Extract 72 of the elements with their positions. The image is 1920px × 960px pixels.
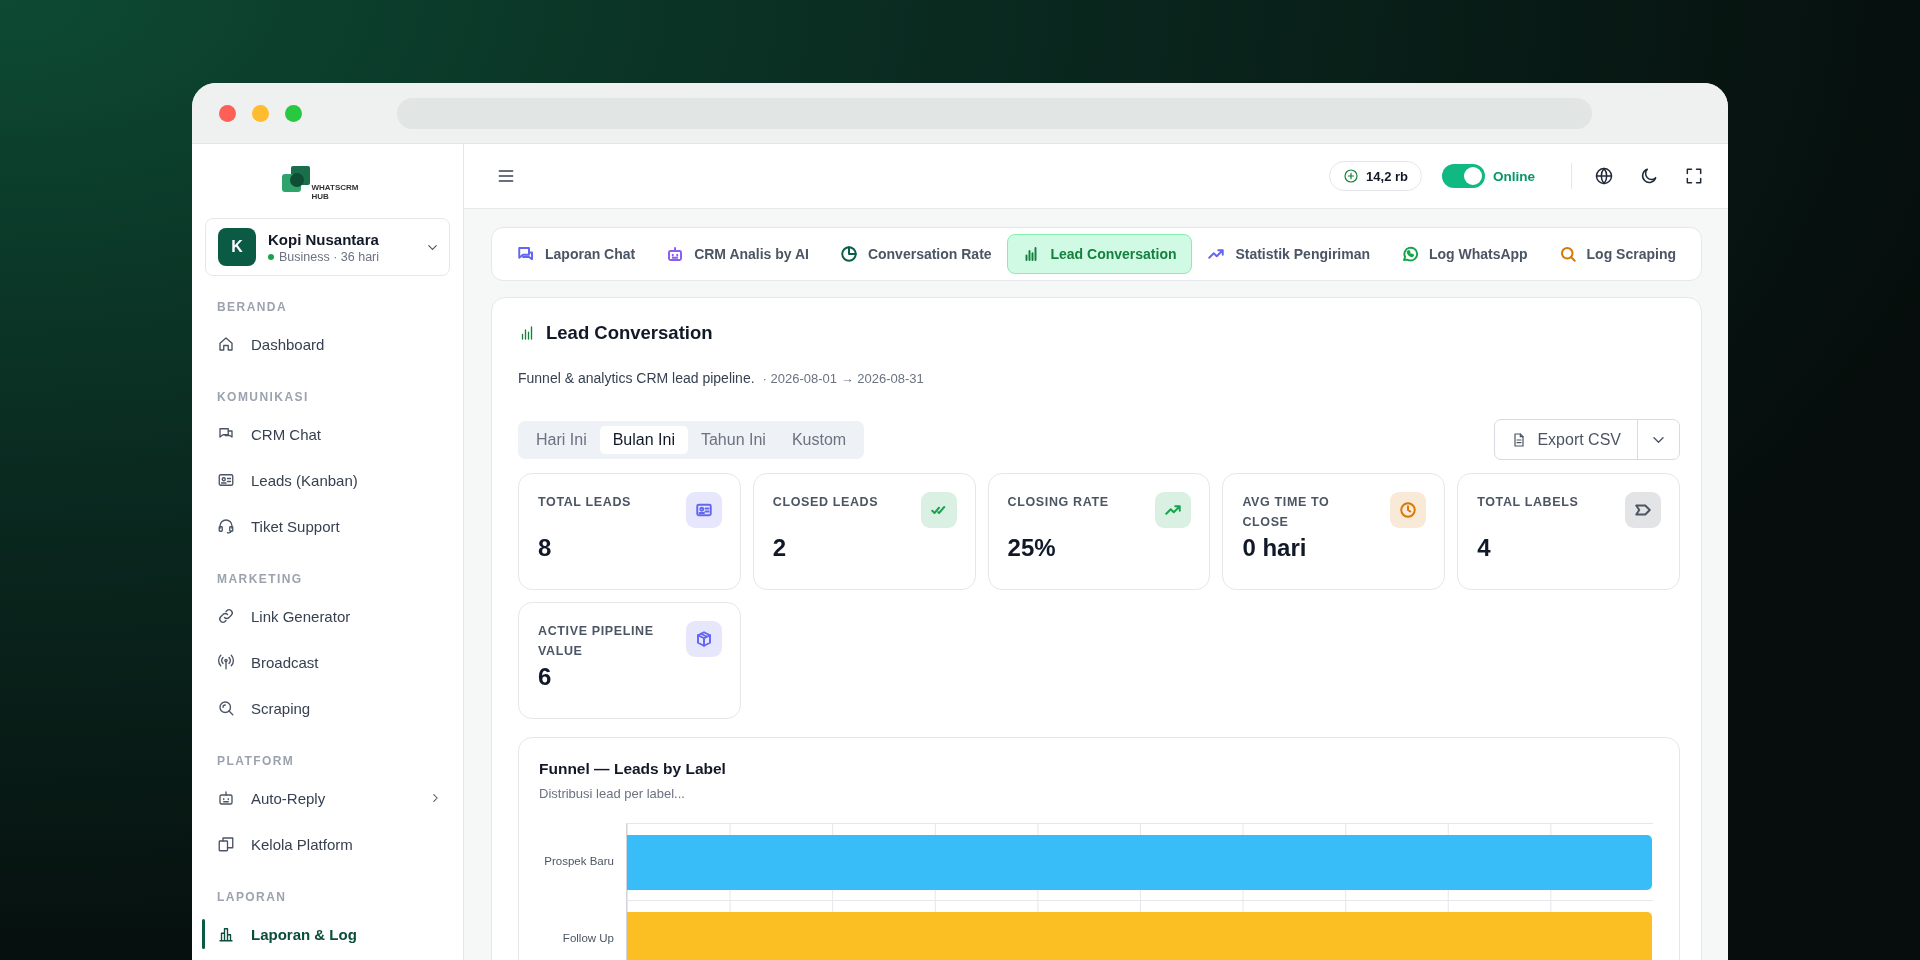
panel-description: Funnel & analytics CRM lead pipeline. [518,370,755,386]
robot-icon [217,789,235,807]
period-option[interactable]: Bulan Ini [599,425,688,454]
sidebar-item[interactable]: Laporan & Log [205,911,450,957]
section-heading: MARKETING [216,571,304,588]
zoom-window-button[interactable] [285,104,302,122]
windows-icon [217,835,235,853]
online-toggle[interactable] [1442,164,1485,188]
stat-value: 6 [538,663,553,691]
fullscreen-icon[interactable] [1684,166,1704,186]
account-name: Kopi Nusantara [268,230,380,248]
sidebar-item[interactable]: Tiket Support [205,503,450,549]
chart-title: Funnel — Leads by Label [539,760,727,778]
stat-label: CLOSING RATE [1007,494,1109,511]
sidebar-item[interactable]: Scraping [205,685,450,731]
close-window-button[interactable] [219,104,236,122]
period-option[interactable]: Hari Ini [523,425,600,454]
sidebar-item[interactable]: Auto-Reply [205,775,450,821]
section-heading: BERANDA [216,299,289,316]
period-option[interactable]: Tahun Ini [687,425,779,454]
report-tab[interactable]: Statistik Pengiriman [1192,234,1385,274]
status-label: Online [1493,168,1535,184]
sidebar-item[interactable]: Kelola Platform [205,821,450,867]
sidebar-item[interactable]: CRM Chat [205,411,450,457]
section-heading: LAPORAN [216,889,288,906]
date-range: · 2026-08-01 → 2026-08-31 [762,371,924,386]
panel-title: Lead Conversation [546,322,713,344]
report-tab[interactable]: Log WhatsApp [1385,234,1543,274]
account-avatar: K [218,228,256,266]
stat-label: AVG TIME TO CLOSE [1242,494,1331,531]
search-icon [217,699,235,717]
report-tab[interactable]: Conversation Rate [824,234,1007,274]
stat-value: 0 hari [1242,534,1308,562]
bar-chart-icon [217,925,235,943]
plus-circle-icon [1343,168,1360,184]
bar-label: Follow Up [562,932,614,944]
stat-value: 2 [772,534,788,562]
stat-value: 4 [1477,534,1492,562]
chevron-down-icon [428,244,437,250]
stat-label: TOTAL LABELS [1477,494,1579,511]
chevron-down-icon [1653,436,1664,443]
headset-icon [217,517,235,535]
report-tab[interactable]: Laporan Chat [502,234,651,274]
section-heading: KOMUNIKASI [216,389,310,406]
sidebar-item[interactable]: Broadcast [205,639,450,685]
chart-subtitle: Distribusi lead per label... [539,786,686,801]
antenna-icon [217,653,235,671]
stat-value: 25% [1007,534,1057,562]
sidebar-item[interactable]: Link Generator [205,593,450,639]
account-switcher[interactable]: K Kopi Nusantara Business · 36 hari [205,218,450,276]
stat-label: CLOSED LEADS [772,494,879,511]
globe-icon[interactable] [1594,166,1614,186]
section-heading: PLATFORM [216,753,296,770]
stat-label: TOTAL LEADS [538,494,631,511]
account-plan: Business · 36 hari [279,249,380,264]
chevron-right-icon [433,794,438,802]
minimize-window-button[interactable] [252,104,269,122]
moon-icon[interactable] [1639,166,1659,186]
sidebar-item[interactable]: Leads (Kanban) [205,457,450,503]
link-icon [217,607,235,625]
report-tab[interactable]: Log Scraping [1543,234,1691,274]
logo: WHATSCRM HUB [281,166,374,204]
period-option[interactable]: Kustom [778,425,860,454]
home-icon [217,335,235,353]
bar-label: Prospek Baru [544,855,614,867]
stat-label: ACTIVE PIPELINE VALUE [538,623,655,660]
report-tab[interactable]: Lead Conversation [1007,234,1192,274]
stat-value: 8 [538,534,553,562]
status-dot [268,253,274,260]
report-tab[interactable]: CRM Analis by AI [651,234,824,274]
sidebar-item[interactable]: Dashboard [205,321,450,367]
id-card-icon [217,471,235,489]
